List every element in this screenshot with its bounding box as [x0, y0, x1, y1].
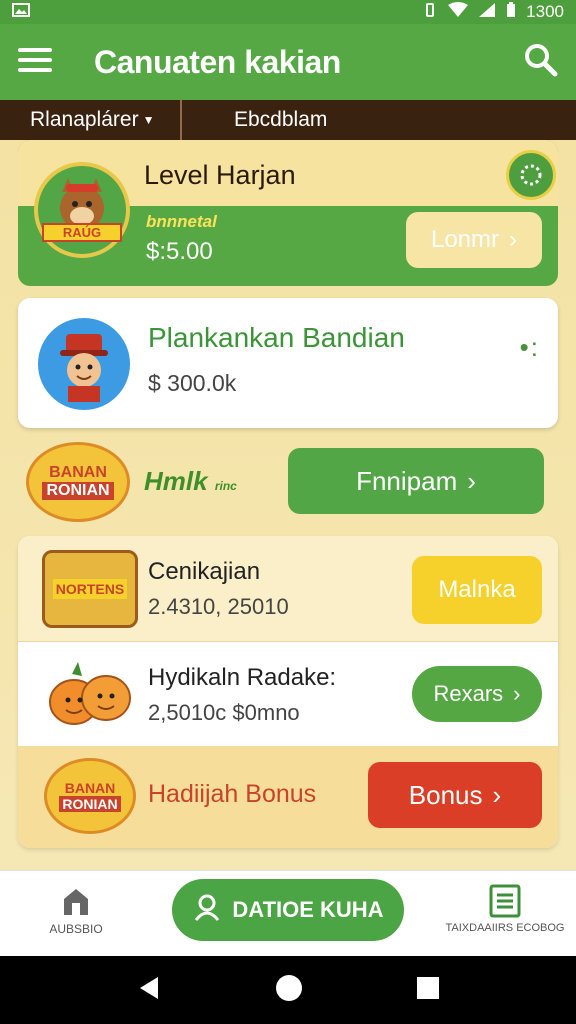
list-item: Hydikaln Radake: 2,5010c $0mno Rexars › [18, 642, 558, 746]
status-bar: 1300 [0, 0, 576, 24]
level-amount: $:5.00 [146, 238, 213, 265]
center-action-label: DATIOE KUHA [232, 897, 384, 922]
list-item-title: Hydikaln Radake: [148, 664, 337, 691]
nav-item-left[interactable]: AUBSBIO [36, 883, 116, 936]
more-options-icon[interactable]: •: [520, 332, 540, 363]
list-item-button[interactable]: Malnka [412, 556, 542, 624]
nortens-badge-text: NORTENS [52, 579, 128, 599]
chevron-right-icon: › [509, 226, 518, 253]
app-bar: Canuaten kakian [0, 24, 576, 100]
home-icon[interactable] [275, 974, 303, 1007]
menu-icon[interactable] [18, 46, 52, 79]
reward-list: NORTENS Cenikajian 2.4310, 25010 Malnka … [18, 536, 558, 848]
character-avatar [38, 318, 130, 410]
back-icon[interactable] [136, 975, 162, 1006]
recents-icon[interactable] [416, 976, 440, 1005]
promo-banner: BANAN RONIAN Hmlk rinc Fnnipam › [18, 440, 558, 524]
level-card: RAÚG Level Harjan bnnnetal $:5.00 Lonmr … [18, 140, 558, 286]
app-title: Canuaten kakian [94, 43, 341, 80]
chevron-right-icon: › [492, 779, 502, 810]
profile-amount: $ 300.0k [148, 370, 237, 396]
nortens-badge: NORTENS [42, 550, 138, 628]
bonus-badge: BANAN RONIAN [44, 758, 136, 834]
system-navigation-bar [0, 956, 576, 1024]
level-action-button[interactable]: Lonmr › [406, 212, 542, 268]
promo-badge: BANAN RONIAN [26, 442, 130, 522]
pumpkin-icon [42, 658, 138, 734]
bonus-button-label: Bonus [408, 779, 483, 810]
mascot-badge: RAÚG [42, 223, 122, 242]
list-item-button[interactable]: Rexars › [412, 666, 542, 722]
battery-icon [506, 1, 516, 23]
gear-icon[interactable] [506, 150, 556, 200]
chevron-right-icon: › [467, 465, 476, 496]
gallery-icon [12, 2, 30, 22]
list-item-title: Hadiijah Bonus [148, 780, 317, 808]
list-icon [487, 883, 523, 922]
list-item-button-label: Rexars [433, 681, 504, 706]
list-item: NORTENS Cenikajian 2.4310, 25010 Malnka [18, 536, 558, 642]
user-icon [192, 892, 222, 928]
search-icon[interactable] [524, 43, 558, 82]
level-title: Level Harjan [144, 160, 296, 190]
level-action-label: Lonmr [430, 226, 500, 253]
promo-button[interactable]: Fnnipam › [288, 448, 544, 514]
main-content: RAÚG Level Harjan bnnnetal $:5.00 Lonmr … [0, 140, 576, 870]
list-item-title: Cenikajian [148, 558, 261, 585]
subnav-tab[interactable]: Ebcdblam [182, 108, 327, 132]
promo-badge-line1: BANAN [49, 464, 107, 481]
mascot-avatar: RAÚG [34, 162, 130, 258]
nav-item-left-label: AUBSBIO [49, 922, 103, 936]
chevron-right-icon: › [513, 681, 521, 706]
subnav-dropdown[interactable]: Rlanaplárer ▼ [0, 100, 182, 140]
center-action-button[interactable]: DATIOE KUHA [172, 879, 404, 941]
chevron-down-icon: ▼ [142, 113, 155, 127]
subnav-dropdown-label: Rlanaplárer [30, 108, 139, 131]
level-small-label: bnnnetal [146, 212, 217, 231]
signal-icon [478, 2, 496, 23]
bonus-badge-line1: BANAN [64, 780, 116, 796]
bonus-badge-line2: RONIAN [59, 796, 121, 812]
list-item-subtitle: 2.4310, 25010 [148, 594, 289, 619]
lock-icon [58, 883, 94, 922]
promo-badge-line2: RONIAN [42, 482, 114, 500]
status-time: 1300 [526, 2, 564, 21]
bonus-button[interactable]: Bonus › [368, 762, 542, 828]
wifi-icon [448, 1, 469, 23]
sub-navigation: Rlanaplárer ▼ Ebcdblam [0, 100, 576, 140]
profile-card[interactable]: Plankankan Bandian $ 300.0k •: [18, 298, 558, 428]
nav-item-right[interactable]: TAIXDAAIIRS ECOBOG [440, 883, 570, 934]
profile-name: Plankankan Bandian [148, 322, 405, 353]
list-item-subtitle: 2,5010c $0mno [148, 700, 300, 725]
promo-tag: Hmlk rinc [144, 466, 237, 497]
promo-tag-small: rinc [214, 479, 237, 493]
promo-tag-text: Hmlk [144, 466, 208, 496]
list-item: BANAN RONIAN Hadiijah Bonus Bonus › [18, 746, 558, 848]
vibrate-icon [422, 2, 438, 23]
promo-button-label: Fnnipam [356, 465, 458, 496]
bottom-navigation: AUBSBIO DATIOE KUHA TAIXDAAIIRS ECOBOG [0, 870, 576, 956]
nav-item-right-label: TAIXDAAIIRS ECOBOG [445, 922, 565, 934]
